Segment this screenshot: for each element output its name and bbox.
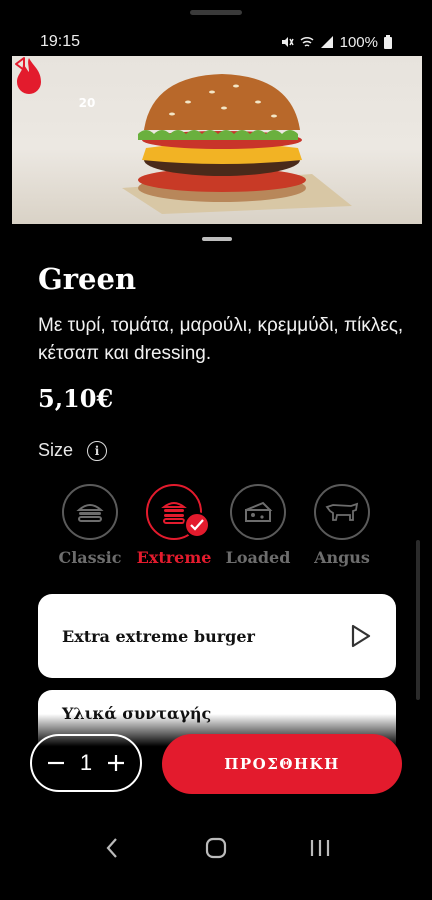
status-bar: 19:15 100% (12, 28, 420, 56)
burger-classic-icon (76, 504, 104, 522)
size-option-extreme[interactable]: Extreme (132, 482, 216, 582)
nav-home-button[interactable] (196, 828, 236, 868)
increase-button[interactable] (102, 749, 130, 777)
plus-icon (108, 755, 124, 771)
product-description: Με τυρί, τομάτα, μαρούλι, κρεμμύδι, πίκλ… (38, 315, 404, 364)
speaker-notch (190, 10, 242, 15)
sheet-drag-handle[interactable] (202, 237, 232, 241)
wifi-icon (300, 36, 314, 47)
size-label: Size (38, 440, 74, 460)
play-icon[interactable] (350, 624, 372, 648)
minus-icon (48, 761, 64, 765)
battery-icon (384, 35, 392, 49)
quantity-value: 1 (79, 750, 93, 775)
signal-icon (320, 36, 333, 48)
mute-icon (281, 37, 294, 47)
size-heading: Size i (38, 440, 108, 461)
size-circle-classic (62, 484, 118, 540)
product-price: 5,10€ (38, 384, 114, 413)
scrollbar[interactable] (416, 540, 420, 700)
product-hero-image: 20 (12, 56, 422, 224)
recents-icon (310, 840, 330, 856)
info-icon[interactable]: i (87, 440, 108, 461)
product-title: Green (38, 262, 137, 296)
fire-icon (17, 58, 41, 94)
home-icon (205, 837, 227, 859)
burger-image (122, 74, 352, 214)
status-icons: 100% (280, 34, 392, 51)
nav-recents-button[interactable] (300, 828, 340, 868)
system-nav-bar (0, 824, 432, 872)
phone-screen: 19:15 100% 20 Green Με τυρί, τομάτα, μαρ… (0, 0, 432, 900)
status-time: 19:15 (40, 33, 81, 50)
selected-check-icon (184, 512, 210, 538)
size-option-classic[interactable]: Classic (48, 482, 132, 582)
add-to-cart-button[interactable]: ΠΡΟΣΘΗΚΗ (162, 734, 402, 794)
cow-icon (325, 502, 359, 521)
quantity-stepper: 1 (30, 734, 142, 792)
size-option-label: Angus (314, 548, 370, 567)
cheese-icon (245, 501, 273, 522)
chevron-left-icon (106, 838, 117, 858)
size-option-loaded[interactable]: Loaded (216, 482, 300, 582)
size-option-angus[interactable]: Angus (300, 482, 384, 582)
extra-burger-card[interactable]: Extra extreme burger (38, 594, 396, 678)
extra-burger-label: Extra extreme burger (62, 626, 255, 646)
fire-count: 20 (78, 96, 96, 110)
battery-percent: 100% (339, 33, 378, 51)
decrease-button[interactable] (42, 749, 70, 777)
nav-back-button[interactable] (92, 828, 132, 868)
size-selector: Classic Extreme Loaded Angus (48, 482, 388, 582)
size-circle-angus (314, 484, 370, 540)
size-circle-loaded (230, 484, 286, 540)
